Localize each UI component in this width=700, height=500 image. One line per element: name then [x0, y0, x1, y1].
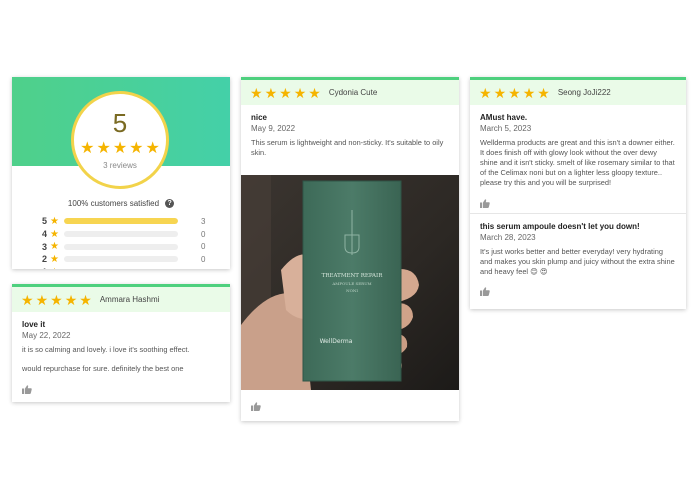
- review-title: love it: [22, 320, 46, 329]
- distribution-label: 1: [42, 267, 50, 269]
- star-icon: ★: [35, 291, 49, 308]
- photo-brand: WellDerma: [320, 338, 353, 345]
- star-icon: ★: [293, 84, 307, 101]
- review-stars: ★ ★ ★ ★ ★: [479, 86, 550, 100]
- thumbs-up-icon[interactable]: [251, 402, 261, 414]
- review-count: 3 reviews: [103, 161, 137, 170]
- photo-label-line1: TREATMENT REPAIR: [322, 273, 384, 279]
- star-icon: ★: [129, 140, 144, 157]
- star-icon: ★: [145, 140, 160, 157]
- star-icon: ★: [96, 140, 111, 157]
- review-card: ★ ★ ★ ★ ★ Seong JoJi222 AMust have. Marc…: [470, 77, 686, 309]
- review-card: ★ ★ ★ ★ ★ Ammara Hashmi love it May 22, …: [12, 284, 230, 402]
- rating-summary-hero: 5 ★ ★ ★ ★ ★ 3 reviews: [12, 77, 230, 189]
- distribution-row[interactable]: 3 ★ 0: [12, 240, 230, 253]
- star-icon: ★: [50, 267, 64, 269]
- star-icon: ★: [508, 84, 521, 101]
- review-date: March 28, 2023: [480, 233, 536, 242]
- distribution-count: 0: [201, 268, 205, 269]
- help-icon[interactable]: ?: [165, 199, 175, 208]
- star-icon: ★: [50, 215, 59, 227]
- review-date: May 22, 2022: [22, 331, 71, 340]
- review-header: ★ ★ ★ ★ ★ Seong JoJi222: [470, 80, 686, 105]
- distribution-row[interactable]: 2 ★ 0: [12, 253, 230, 266]
- review-header: ★ ★ ★ ★ ★ Ammara Hashmi: [12, 287, 230, 312]
- score-circle: 5 ★ ★ ★ ★ ★ 3 reviews: [71, 91, 169, 189]
- distribution-bar: [64, 243, 178, 250]
- average-stars: ★ ★ ★ ★ ★: [74, 141, 166, 157]
- distribution-bar: [64, 231, 178, 238]
- average-score: 5: [112, 108, 128, 138]
- star-icon: ★: [493, 84, 507, 101]
- review-card: ★ ★ ★ ★ ★ Cydonia Cute nice May 9, 2022 …: [241, 77, 459, 421]
- star-icon: ★: [537, 84, 550, 101]
- distribution-fill: [64, 218, 178, 225]
- distribution-label: 5: [42, 216, 48, 227]
- reviewer-name: Seong JoJi222: [557, 88, 611, 97]
- star-icon: ★: [522, 84, 536, 101]
- review-title: this serum ampoule doesn't let you down!: [480, 222, 640, 231]
- distribution-row[interactable]: 1 ★ 0: [12, 266, 230, 269]
- distribution-label: 2: [42, 254, 48, 265]
- star-icon: ★: [50, 241, 59, 253]
- review-body: It's just works better and better everyd…: [480, 247, 675, 276]
- star-icon: ★: [79, 291, 92, 308]
- star-icon: ★: [264, 84, 278, 101]
- rating-summary-card: 5 ★ ★ ★ ★ ★ 3 reviews 100% customers sat…: [12, 77, 230, 269]
- distribution-count: 0: [201, 242, 206, 252]
- review-body: would repurchase for sure. definitely th…: [22, 364, 184, 373]
- star-icon: ★: [64, 291, 78, 308]
- star-icon: ★: [50, 228, 59, 240]
- review-item: this serum ampoule doesn't let you down!…: [470, 214, 686, 301]
- star-icon: ★: [80, 140, 95, 157]
- review-title: AMust have.: [480, 113, 528, 122]
- review-body: Wellderma products are great and this is…: [480, 138, 675, 187]
- distribution-bar: [64, 218, 178, 225]
- review-title: nice: [251, 113, 268, 122]
- distribution-label: 3: [42, 241, 48, 252]
- star-icon: ★: [308, 84, 321, 101]
- review-stars: ★ ★ ★ ★ ★: [21, 293, 92, 307]
- satisfaction-text: 100% customers satisfied: [67, 199, 160, 208]
- review-body: This serum is lightweight and non-sticky…: [251, 138, 444, 157]
- distribution-count: 3: [201, 216, 206, 226]
- review-date: March 5, 2023: [480, 124, 532, 133]
- star-icon: ★: [279, 84, 292, 101]
- thumbs-up-icon[interactable]: [22, 385, 32, 397]
- star-icon: ★: [50, 253, 59, 265]
- review-stars: ★ ★ ★ ★ ★: [250, 86, 321, 100]
- star-icon: ★: [50, 291, 63, 308]
- satisfaction-row: 100% customers satisfied ?: [12, 196, 230, 211]
- star-icon: ★: [250, 84, 263, 101]
- review-header: ★ ★ ★ ★ ★ Cydonia Cute: [241, 80, 459, 105]
- thumbs-up-icon[interactable]: [480, 199, 490, 211]
- reviewer-name: Cydonia Cute: [328, 88, 378, 97]
- distribution-count: 0: [201, 254, 206, 264]
- photo-label-line3: NONI: [346, 288, 358, 293]
- review-body: it is so calming and lovely. i love it's…: [22, 345, 190, 354]
- distribution-count: 0: [201, 229, 206, 239]
- star-icon: ★: [479, 84, 492, 101]
- distribution-label: 4: [42, 229, 48, 240]
- reviewer-name: Ammara Hashmi: [99, 295, 160, 304]
- star-icon: ★: [21, 291, 34, 308]
- thumbs-up-icon[interactable]: [480, 287, 490, 299]
- star-icon: ★: [112, 140, 128, 157]
- review-date: May 9, 2022: [251, 124, 296, 133]
- review-photo[interactable]: TREATMENT REPAIR AMPOULE SERUM NONI Well…: [241, 175, 459, 390]
- rating-distribution: 5 ★ 3 4 ★ 0 3 ★ 0 2 ★ 0 1 ★ 0: [12, 215, 230, 269]
- photo-label-line2: AMPOULE SERUM: [331, 281, 371, 286]
- distribution-row[interactable]: 5 ★ 3: [12, 215, 230, 228]
- distribution-bar: [64, 256, 178, 263]
- distribution-row[interactable]: 4 ★ 0: [12, 228, 230, 241]
